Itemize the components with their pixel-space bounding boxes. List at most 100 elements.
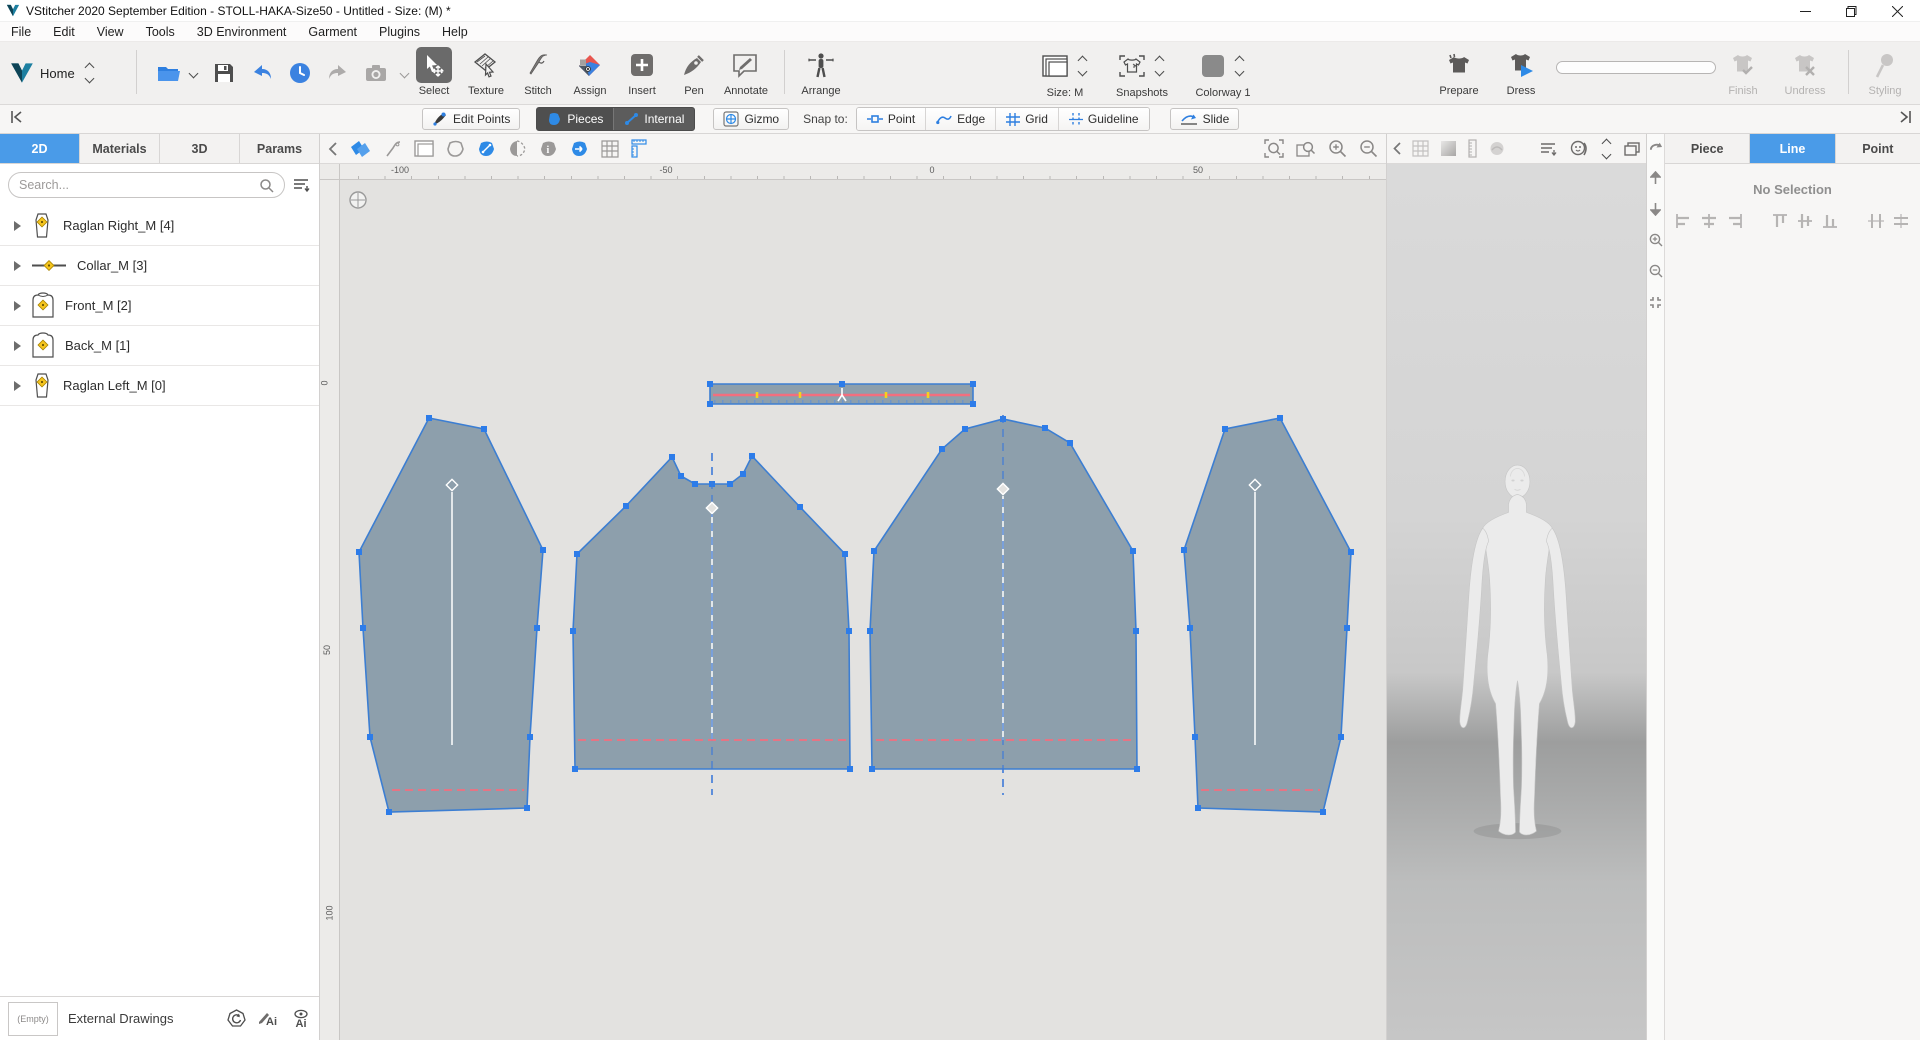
floor-grid-icon[interactable] [1412,140,1429,157]
colorway-spinner[interactable] [1233,57,1246,75]
expand-arrow-icon[interactable] [14,381,21,391]
grid-view-icon[interactable] [601,140,619,158]
sizes-view-icon[interactable] [414,140,434,157]
tab-piece[interactable]: Piece [1665,134,1750,163]
edit-points-button[interactable]: Edit Points [422,108,520,130]
align-top-icon[interactable] [1771,213,1789,229]
maximize-button[interactable] [1828,0,1874,22]
snapshots-spinner[interactable] [1153,57,1166,75]
tree-item-collar[interactable]: Collar_M [3] [0,246,319,286]
fabric-view-icon[interactable] [349,140,371,158]
slide-button[interactable]: Slide [1170,108,1240,130]
menu-edit[interactable]: Edit [42,22,86,42]
assign-tool[interactable]: Assign [563,47,617,97]
zoom-out-3d-icon[interactable] [1649,264,1663,278]
zoom-fit-icon[interactable] [1264,139,1284,158]
save-button[interactable] [207,56,241,90]
home-menu-button[interactable]: Home [40,66,75,81]
gizmo-button[interactable]: Gizmo [713,108,789,130]
align-bottom-icon[interactable] [1821,213,1839,229]
align-center-h-icon[interactable] [1700,213,1718,229]
expand-arrow-icon[interactable] [14,221,21,231]
expand-arrow-icon[interactable] [14,301,21,311]
zoom-in-3d-icon[interactable] [1649,233,1663,247]
finish-button[interactable]: Finish [1716,47,1770,97]
refresh-drawings-icon[interactable] [227,1009,246,1028]
open-file-dropdown[interactable] [190,64,197,82]
internal-mode-button[interactable]: Internal [614,108,694,130]
align-left-icon[interactable] [1675,213,1693,229]
collapse-avatar-panel-icon[interactable] [1393,142,1401,155]
tab-2d[interactable]: 2D [0,134,80,163]
size-control[interactable]: Size: M [1030,47,1100,99]
move-down-icon[interactable] [1649,202,1663,216]
distribute-h-icon[interactable] [1867,213,1885,229]
tree-item-front[interactable]: Front_M [2] [0,286,319,326]
size-spinner[interactable] [1076,57,1089,75]
snap-grid-button[interactable]: Grid [996,108,1059,130]
pattern-canvas[interactable]: -100 -50 0 50 0 50 100 [320,164,1386,1040]
align-middle-icon[interactable] [1796,213,1814,229]
pieces-mode-button[interactable]: Pieces [537,108,614,130]
edit-ai-icon[interactable]: Ai [258,1009,279,1028]
avatar-ruler-icon[interactable] [1468,139,1477,158]
internal-lines-icon[interactable] [477,140,496,158]
detach-view-icon[interactable] [1624,142,1640,156]
pattern-piece-raglan-right[interactable] [359,418,543,812]
fit-view-icon[interactable] [1649,295,1663,309]
measure-ruler-icon[interactable] [631,139,648,158]
external-drawing-thumbnail[interactable]: (Empty) [8,1002,58,1036]
zoom-region-icon[interactable] [1296,140,1316,158]
avatar-viewport[interactable] [1387,164,1646,1040]
menu-tools[interactable]: Tools [135,22,186,42]
grain-direction-icon[interactable] [570,140,589,158]
align-right-icon[interactable] [1725,213,1743,229]
tab-materials[interactable]: Materials [80,134,160,163]
canvas-compass-icon[interactable] [350,192,366,208]
avatar-options-icon[interactable] [1540,142,1558,156]
avatar-spinner[interactable] [1600,140,1613,158]
show-ai-icon[interactable]: Ai [291,1009,311,1029]
home-spinner[interactable] [83,64,96,82]
tree-item-raglan-right[interactable]: Raglan Right_M [4] [0,206,319,246]
menu-help[interactable]: Help [431,22,479,42]
redo-button[interactable] [321,56,355,90]
undo-button[interactable] [245,56,279,90]
tree-item-raglan-left[interactable]: Raglan Left_M [0] [0,366,319,406]
zoom-out-icon[interactable] [1359,139,1378,158]
menu-plugins[interactable]: Plugins [368,22,431,42]
dress-button[interactable]: Dress [1494,47,1548,97]
close-button[interactable] [1874,0,1920,22]
piece-info-icon[interactable]: i [539,140,558,158]
insert-tool[interactable]: Insert [615,47,669,97]
snap-guideline-button[interactable]: Guideline [1059,108,1149,130]
collapse-panel-icon[interactable] [328,142,337,156]
styling-button[interactable]: Styling [1858,47,1912,97]
avatar-select-icon[interactable] [1569,140,1589,158]
collapse-toolbar-icon[interactable] [10,110,24,128]
history-button[interactable] [283,56,317,90]
orbit-view-icon[interactable] [1649,140,1663,154]
piece-outline-icon[interactable] [446,140,465,158]
arrange-tool[interactable]: Arrange [794,47,848,97]
stitch-tool[interactable]: Stitch [511,47,565,97]
minimize-button[interactable] [1782,0,1828,22]
snap-edge-button[interactable]: Edge [926,108,996,130]
tab-3d[interactable]: 3D [160,134,240,163]
menu-garment[interactable]: Garment [297,22,368,42]
tab-line[interactable]: Line [1750,134,1835,163]
snap-point-button[interactable]: Point [857,108,926,130]
menu-view[interactable]: View [86,22,135,42]
background-icon[interactable] [1440,140,1457,157]
pattern-piece-back[interactable] [870,415,1137,795]
undress-button[interactable]: Undress [1778,47,1832,97]
expand-arrow-icon[interactable] [14,341,21,351]
sort-filter-icon[interactable] [293,178,311,192]
render-quality-icon[interactable] [1488,141,1506,156]
expand-toolbar-icon[interactable] [1898,110,1912,128]
zoom-in-icon[interactable] [1328,139,1347,158]
pattern-piece-raglan-left[interactable] [1184,418,1351,812]
expand-arrow-icon[interactable] [14,261,21,271]
tree-item-back[interactable]: Back_M [1] [0,326,319,366]
open-file-button[interactable] [152,56,186,90]
